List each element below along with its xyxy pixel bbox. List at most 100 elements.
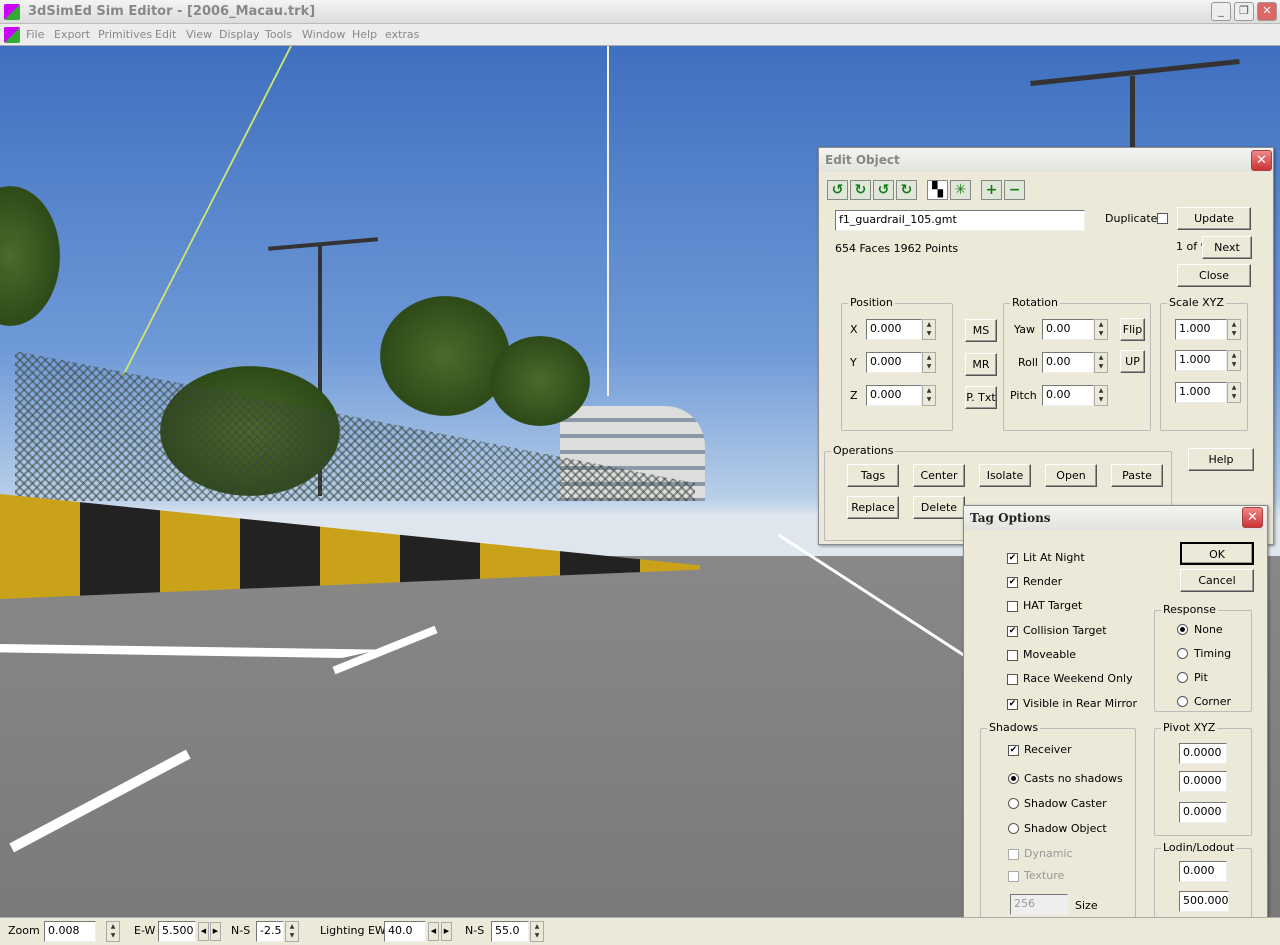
pivot-label: Pivot XYZ	[1161, 721, 1218, 734]
rotate-down-icon[interactable]: ↻	[896, 180, 917, 200]
response-radio[interactable]	[1177, 672, 1188, 683]
shadow-radio[interactable]	[1008, 773, 1019, 784]
ns-label: N-S	[231, 924, 251, 937]
ns-input[interactable]: -2.5	[256, 921, 284, 942]
flag-checkbox[interactable]: ✔	[1007, 699, 1018, 710]
lighting-left-arrow[interactable]: ◀	[428, 922, 439, 941]
close-button[interactable]: Close	[1177, 264, 1251, 287]
scale-y-input[interactable]: 1.000	[1175, 350, 1227, 371]
flag-checkbox[interactable]: ✔	[1007, 626, 1018, 637]
ew-input[interactable]: 5.500	[158, 921, 196, 942]
position-x-input[interactable]: 0.000	[866, 319, 922, 340]
flag-checkbox[interactable]	[1007, 601, 1018, 612]
duplicate-checkbox[interactable]	[1157, 213, 1168, 224]
delete-button[interactable]: Delete	[913, 496, 965, 519]
up-button[interactable]: UP	[1120, 350, 1145, 373]
mr-button[interactable]: MR	[965, 353, 997, 376]
position-x-spinner[interactable]: ▲ ▼	[922, 319, 936, 340]
flag-checkbox[interactable]: ✔	[1007, 553, 1018, 564]
lighting-ew-input[interactable]: 40.0	[384, 921, 426, 942]
flip-button[interactable]: Flip	[1120, 318, 1145, 341]
close-dialog-button[interactable]: ✕	[1251, 150, 1272, 171]
roll-input[interactable]: 0.00	[1042, 352, 1094, 373]
plus-icon[interactable]: +	[981, 180, 1002, 200]
ms-button[interactable]: MS	[965, 319, 997, 342]
cancel-button[interactable]: Cancel	[1180, 569, 1254, 592]
scale-z-input[interactable]: 1.000	[1175, 382, 1227, 403]
replace-button[interactable]: Replace	[847, 496, 899, 519]
zoom-spinner[interactable]: ▲ ▼	[106, 921, 120, 942]
isolate-button[interactable]: Isolate	[979, 464, 1031, 487]
lodout-input[interactable]: 500.000	[1179, 891, 1229, 912]
restore-button[interactable]: ❐	[1234, 2, 1254, 21]
scale-x-spinner[interactable]: ▲ ▼	[1227, 319, 1241, 340]
menu-primitives[interactable]: Primitives	[98, 28, 152, 41]
response-radio[interactable]	[1177, 648, 1188, 659]
minimize-button[interactable]: _	[1211, 2, 1231, 21]
ew-left-arrow[interactable]: ◀	[198, 922, 209, 941]
checker-icon[interactable]: ▚	[927, 180, 948, 200]
ptxt-button[interactable]: P. Txt	[965, 386, 997, 409]
size-input[interactable]: 256	[1010, 894, 1068, 915]
dynamic-checkbox[interactable]	[1008, 849, 1019, 860]
next-button[interactable]: Next	[1202, 236, 1252, 259]
menu-tools[interactable]: Tools	[265, 28, 292, 41]
flag-checkbox[interactable]	[1007, 674, 1018, 685]
menu-edit[interactable]: Edit	[155, 28, 176, 41]
pivot-y-input[interactable]: 0.0000	[1179, 771, 1227, 792]
shadow-radio[interactable]	[1008, 823, 1019, 834]
menu-help[interactable]: Help	[352, 28, 377, 41]
menu-file[interactable]: File	[26, 28, 44, 41]
position-z-spinner[interactable]: ▲ ▼	[922, 385, 936, 406]
texture-checkbox[interactable]	[1008, 871, 1019, 882]
menu-view[interactable]: View	[186, 28, 212, 41]
pivot-icon[interactable]: ✳	[950, 180, 971, 200]
pitch-spinner[interactable]: ▲ ▼	[1094, 385, 1108, 406]
scale-z-spinner[interactable]: ▲ ▼	[1227, 382, 1241, 403]
scale-y-spinner[interactable]: ▲ ▼	[1227, 350, 1241, 371]
tags-button[interactable]: Tags	[847, 464, 899, 487]
lighting-right-arrow[interactable]: ▶	[441, 922, 452, 941]
scale-x-input[interactable]: 1.000	[1175, 319, 1227, 340]
position-z-input[interactable]: 0.000	[866, 385, 922, 406]
yaw-input[interactable]: 0.00	[1042, 319, 1094, 340]
menu-extras[interactable]: extras	[385, 28, 419, 41]
yaw-spinner[interactable]: ▲ ▼	[1094, 319, 1108, 340]
shadow-radio[interactable]	[1008, 798, 1019, 809]
position-y-spinner[interactable]: ▲ ▼	[922, 352, 936, 373]
menu-window[interactable]: Window	[302, 28, 345, 41]
center-button[interactable]: Center	[913, 464, 965, 487]
update-button[interactable]: Update	[1177, 207, 1251, 230]
menu-export[interactable]: Export	[54, 28, 90, 41]
filename-input[interactable]: f1_guardrail_105.gmt	[835, 210, 1085, 231]
pivot-z-input[interactable]: 0.0000	[1179, 802, 1227, 823]
rotate-ccw-icon[interactable]: ↺	[827, 180, 848, 200]
paste-button[interactable]: Paste	[1111, 464, 1163, 487]
receiver-checkbox[interactable]: ✔	[1008, 745, 1019, 756]
lighting-ns-spinner[interactable]: ▲ ▼	[530, 921, 544, 942]
ew-right-arrow[interactable]: ▶	[210, 922, 221, 941]
position-y-input[interactable]: 0.000	[866, 352, 922, 373]
zoom-input[interactable]: 0.008	[44, 921, 96, 942]
ns-spinner[interactable]: ▲ ▼	[285, 921, 299, 942]
rotate-up-icon[interactable]: ↺	[873, 180, 894, 200]
pitch-input[interactable]: 0.00	[1042, 385, 1094, 406]
close-window-button[interactable]: ✕	[1257, 2, 1277, 21]
pivot-x-input[interactable]: 0.0000	[1179, 743, 1227, 764]
response-radio[interactable]	[1177, 624, 1188, 635]
open-button[interactable]: Open	[1045, 464, 1097, 487]
menu-display[interactable]: Display	[219, 28, 260, 41]
ok-button[interactable]: OK	[1180, 542, 1254, 565]
help-button[interactable]: Help	[1188, 448, 1254, 471]
palm-tree	[490, 336, 590, 426]
minus-icon[interactable]: −	[1004, 180, 1025, 200]
close-dialog-button[interactable]: ✕	[1242, 507, 1263, 528]
response-radio[interactable]	[1177, 696, 1188, 707]
flag-checkbox[interactable]	[1007, 650, 1018, 661]
roll-spinner[interactable]: ▲ ▼	[1094, 352, 1108, 373]
lodin-input[interactable]: 0.000	[1179, 861, 1227, 882]
flag-checkbox[interactable]: ✔	[1007, 577, 1018, 588]
lighting-ns-input[interactable]: 55.0	[491, 921, 529, 942]
rotate-cw-icon[interactable]: ↻	[850, 180, 871, 200]
dialog-title: Edit Object	[819, 148, 1273, 172]
